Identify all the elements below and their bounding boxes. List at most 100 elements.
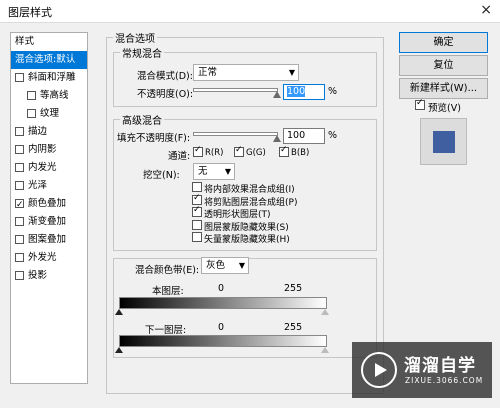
preview-checkbox[interactable] bbox=[415, 98, 425, 110]
style-item-checkbox[interactable] bbox=[15, 271, 24, 280]
style-item[interactable]: 等高线 bbox=[11, 87, 87, 105]
advanced-option-label: 矢量蒙版隐藏效果(H) bbox=[204, 235, 290, 245]
reset-button[interactable]: 复位 bbox=[399, 55, 488, 76]
fill-opacity-input[interactable]: 100 bbox=[283, 128, 325, 144]
channel-g-checkbox[interactable] bbox=[234, 145, 244, 157]
play-logo-icon bbox=[361, 352, 397, 388]
styles-header: 样式 bbox=[15, 36, 35, 47]
channel-b-label: B(B) bbox=[291, 148, 310, 158]
opacity-slider[interactable] bbox=[193, 88, 278, 92]
opacity-slider-thumb[interactable] bbox=[273, 91, 281, 98]
knockout-label: 挖空(N): bbox=[143, 170, 180, 181]
advanced-option-checkbox[interactable] bbox=[192, 205, 202, 217]
blend-mode-label: 混合模式(D): bbox=[137, 71, 193, 82]
underlying-max: 255 bbox=[284, 322, 303, 333]
underlying-black-slider[interactable] bbox=[115, 347, 123, 353]
chevron-down-icon: ▼ bbox=[288, 68, 295, 77]
preview-thumbnail bbox=[420, 118, 467, 165]
channel-g-label: G(G) bbox=[246, 148, 266, 158]
style-item-label: 渐变叠加 bbox=[28, 216, 67, 227]
style-item[interactable]: 光泽 bbox=[11, 177, 87, 195]
opacity-label: 不透明度(O): bbox=[137, 89, 194, 100]
new-style-button[interactable]: 新建样式(W)... bbox=[399, 78, 488, 99]
watermark-brand: 溜溜自学 bbox=[404, 356, 476, 376]
style-item-checkbox[interactable] bbox=[15, 145, 24, 154]
style-item-checkbox[interactable] bbox=[15, 253, 24, 262]
fill-opacity-label: 填充不透明度(F): bbox=[117, 133, 191, 144]
style-item-label: 斜面和浮雕 bbox=[28, 72, 76, 83]
style-item-label: 纹理 bbox=[40, 108, 60, 119]
style-item-label: 图案叠加 bbox=[28, 234, 67, 245]
style-item-label: 内发光 bbox=[28, 162, 57, 173]
advanced-option-checkbox[interactable] bbox=[192, 232, 202, 242]
style-item-checkbox[interactable] bbox=[15, 163, 24, 172]
style-item-checkbox[interactable] bbox=[15, 127, 24, 136]
style-item[interactable]: 内阴影 bbox=[11, 141, 87, 159]
blend-mode-select[interactable]: 正常 ▼ bbox=[193, 64, 299, 81]
underlying-label: 下一图层: bbox=[145, 325, 187, 336]
style-item-label: 描边 bbox=[28, 126, 48, 137]
style-item[interactable]: 渐变叠加 bbox=[11, 213, 87, 231]
advanced-option-label: 将内部效果混合成组(I) bbox=[204, 185, 295, 195]
styles-list: 样式 混合选项:默认斜面和浮雕等高线纹理描边内阴影内发光光泽颜色叠加渐变叠加图案… bbox=[10, 32, 88, 384]
close-icon[interactable]: × bbox=[480, 2, 492, 18]
style-item[interactable]: 颜色叠加 bbox=[11, 195, 87, 214]
channel-r-checkbox[interactable] bbox=[193, 145, 203, 157]
knockout-select[interactable]: 无 ▼ bbox=[193, 163, 235, 180]
style-item-label: 光泽 bbox=[28, 180, 48, 191]
underlying-min: 0 bbox=[218, 322, 225, 333]
style-item-checkbox[interactable] bbox=[15, 235, 24, 244]
style-item-checkbox[interactable] bbox=[15, 181, 24, 190]
channel-r-label: R(R) bbox=[205, 148, 224, 158]
advanced-option-checkbox[interactable] bbox=[192, 182, 202, 192]
this-layer-min: 0 bbox=[218, 283, 225, 294]
style-item-checkbox[interactable] bbox=[15, 73, 24, 82]
style-item-checkbox[interactable] bbox=[15, 217, 24, 226]
style-item-checkbox[interactable] bbox=[15, 196, 24, 214]
style-item[interactable]: 内发光 bbox=[11, 159, 87, 177]
opacity-input[interactable]: 100 bbox=[283, 84, 325, 100]
title-bar: 图层样式 × bbox=[0, 0, 500, 23]
ok-button[interactable]: 确定 bbox=[399, 32, 488, 53]
advanced-blending-title: 高级混合 bbox=[122, 116, 162, 127]
advanced-option-label: 透明形状图层(T) bbox=[204, 210, 271, 220]
opacity-unit: % bbox=[328, 86, 338, 97]
style-item-label: 等高线 bbox=[40, 90, 69, 101]
this-layer-gradient bbox=[119, 297, 327, 309]
general-blending-title: 常规混合 bbox=[122, 49, 162, 60]
this-layer-black-slider[interactable] bbox=[115, 309, 123, 315]
channels-label: 通道: bbox=[168, 151, 191, 162]
fill-opacity-slider[interactable] bbox=[193, 132, 278, 136]
style-item[interactable]: 混合选项:默认 bbox=[11, 51, 87, 69]
style-item-checkbox[interactable] bbox=[27, 91, 36, 100]
advanced-option-checkbox[interactable] bbox=[192, 193, 202, 205]
fill-opacity-unit: % bbox=[328, 130, 338, 141]
fill-opacity-slider-thumb[interactable] bbox=[273, 135, 281, 142]
watermark: 溜溜自学 ZIXUE.3066.COM bbox=[352, 342, 492, 398]
this-layer-white-slider[interactable] bbox=[321, 309, 329, 315]
style-item-label: 外发光 bbox=[28, 252, 57, 263]
blend-if-label: 混合颜色带(E): bbox=[135, 265, 200, 276]
style-item[interactable]: 描边 bbox=[11, 123, 87, 141]
style-item[interactable]: 纹理 bbox=[11, 105, 87, 123]
blend-options-title: 混合选项 bbox=[115, 34, 155, 45]
style-item-label: 混合选项:默认 bbox=[15, 54, 76, 65]
style-item-checkbox[interactable] bbox=[27, 109, 36, 118]
blend-if-select[interactable]: 灰色 ▼ bbox=[201, 257, 249, 274]
advanced-option-label: 将剪贴图层混合成组(P) bbox=[204, 197, 298, 208]
underlying-gradient bbox=[119, 335, 327, 347]
style-item[interactable]: 外发光 bbox=[11, 249, 87, 267]
preview-label: 预览(V) bbox=[428, 103, 461, 114]
style-item[interactable]: 投影 bbox=[11, 267, 87, 285]
advanced-option-checkbox[interactable] bbox=[192, 219, 202, 230]
this-layer-label: 本图层: bbox=[152, 286, 184, 297]
this-layer-max: 255 bbox=[284, 283, 303, 294]
watermark-url: ZIXUE.3066.COM bbox=[405, 376, 484, 385]
channel-b-checkbox[interactable] bbox=[279, 145, 289, 157]
style-item[interactable]: 斜面和浮雕 bbox=[11, 69, 87, 87]
underlying-white-slider[interactable] bbox=[321, 347, 329, 353]
chevron-down-icon: ▼ bbox=[238, 261, 245, 270]
preview-swatch bbox=[433, 131, 455, 153]
style-item[interactable]: 图案叠加 bbox=[11, 231, 87, 249]
style-item-label: 内阴影 bbox=[28, 144, 57, 155]
